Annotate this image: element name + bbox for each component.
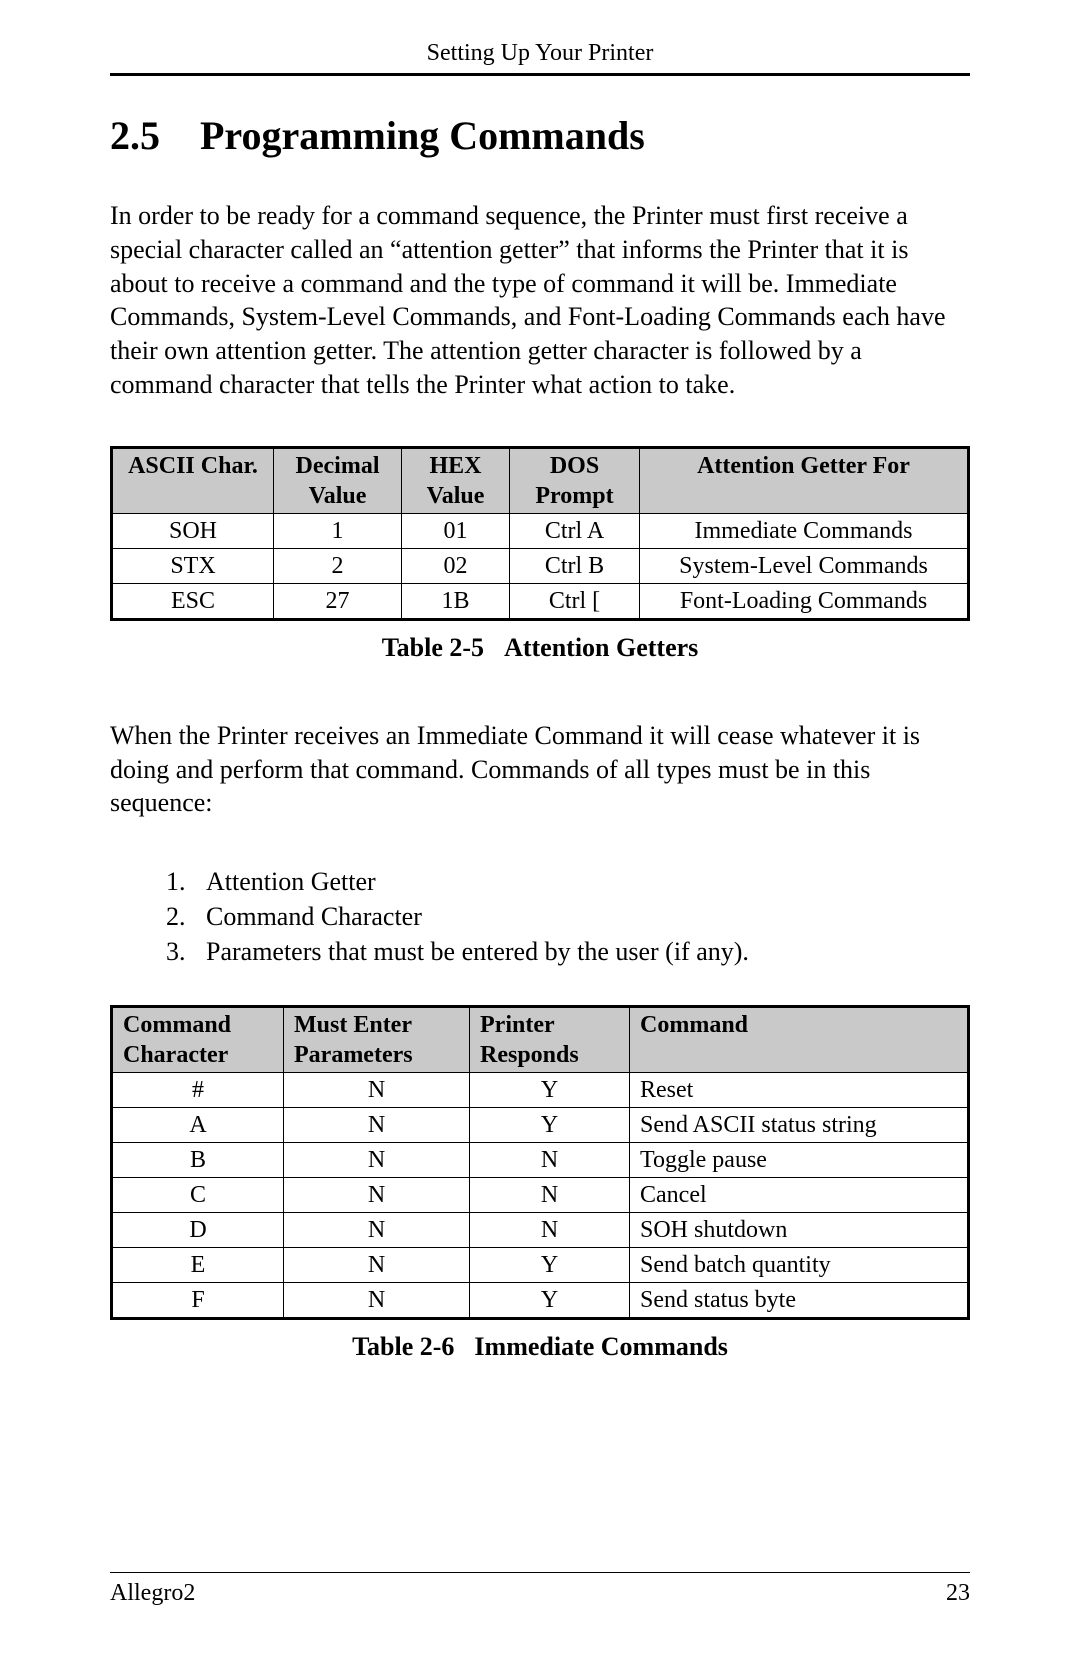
t1-r1c0: STX: [112, 548, 274, 583]
t2-h2: Printer Responds: [470, 1007, 630, 1073]
t1-h0: ASCII Char.: [112, 447, 274, 513]
table1-caption: Table 2-5 Attention Getters: [110, 633, 970, 663]
t2-r0c3: Reset: [630, 1073, 969, 1108]
list-text-3: Parameters that must be entered by the u…: [206, 934, 749, 969]
t1-r2c3: Ctrl [: [510, 583, 640, 619]
table-row: A N Y Send ASCII status string: [112, 1108, 969, 1143]
t1-r2c1: 27: [274, 583, 402, 619]
t2-r3c3: Cancel: [630, 1178, 969, 1213]
t1-r2c0: ESC: [112, 583, 274, 619]
t2-h0: Command Character: [112, 1007, 284, 1073]
section-number: 2.5: [110, 112, 200, 159]
table2-caption-title: Immediate Commands: [474, 1332, 728, 1361]
t2-r0c1: N: [284, 1073, 470, 1108]
list-item: 1.Attention Getter: [166, 864, 970, 899]
list-text-1: Attention Getter: [206, 864, 376, 899]
t1-r0c2: 01: [402, 513, 510, 548]
t2-r2c2: N: [470, 1143, 630, 1178]
t2-r0c2: Y: [470, 1073, 630, 1108]
table-row: E N Y Send batch quantity: [112, 1248, 969, 1283]
sequence-list: 1.Attention Getter 2.Command Character 3…: [166, 864, 970, 969]
sequence-paragraph: When the Printer receives an Immediate C…: [110, 719, 970, 820]
t2-r5c1: N: [284, 1248, 470, 1283]
footer-right: 23: [946, 1580, 970, 1607]
t2-r4c1: N: [284, 1213, 470, 1248]
t1-h1: Decimal Value: [274, 447, 402, 513]
t1-r1c1: 2: [274, 548, 402, 583]
t2-r6c2: Y: [470, 1283, 630, 1319]
t2-r3c2: N: [470, 1178, 630, 1213]
table1-caption-label: Table 2-5: [382, 633, 484, 662]
table-row: SOH 1 01 Ctrl A Immediate Commands: [112, 513, 969, 548]
list-num-2: 2.: [166, 899, 206, 934]
t1-h2: HEX Value: [402, 447, 510, 513]
table-row: D N N SOH shutdown: [112, 1213, 969, 1248]
t1-r0c0: SOH: [112, 513, 274, 548]
intro-paragraph: In order to be ready for a command seque…: [110, 199, 970, 402]
list-num-3: 3.: [166, 934, 206, 969]
table-row: ESC 27 1B Ctrl [ Font-Loading Commands: [112, 583, 969, 619]
footer-rule: [110, 1572, 970, 1573]
section-title: Programming Commands: [200, 112, 645, 159]
t2-r3c1: N: [284, 1178, 470, 1213]
t1-h4: Attention Getter For: [640, 447, 969, 513]
table-row: B N N Toggle pause: [112, 1143, 969, 1178]
t2-r5c2: Y: [470, 1248, 630, 1283]
t1-r0c3: Ctrl A: [510, 513, 640, 548]
attention-getters-table: ASCII Char. Decimal Value HEX Value DOS …: [110, 446, 970, 621]
list-num-1: 1.: [166, 864, 206, 899]
table1-caption-title: Attention Getters: [504, 633, 698, 662]
t2-r4c3: SOH shutdown: [630, 1213, 969, 1248]
t2-r2c3: Toggle pause: [630, 1143, 969, 1178]
header-rule: [110, 73, 970, 76]
immediate-commands-table: Command Character Must Enter Parameters …: [110, 1005, 970, 1320]
t2-r2c0: B: [112, 1143, 284, 1178]
t2-r4c0: D: [112, 1213, 284, 1248]
t1-r0c1: 1: [274, 513, 402, 548]
table-row: F N Y Send status byte: [112, 1283, 969, 1319]
page-footer: Allegro2 23: [110, 1580, 970, 1607]
t2-r5c3: Send batch quantity: [630, 1248, 969, 1283]
t2-r0c0: #: [112, 1073, 284, 1108]
section-heading: 2.5 Programming Commands: [110, 112, 970, 159]
t1-r1c4: System-Level Commands: [640, 548, 969, 583]
t2-r3c0: C: [112, 1178, 284, 1213]
t2-h1: Must Enter Parameters: [284, 1007, 470, 1073]
t1-r2c2: 1B: [402, 583, 510, 619]
t2-r1c3: Send ASCII status string: [630, 1108, 969, 1143]
table2-caption: Table 2-6 Immediate Commands: [110, 1332, 970, 1362]
t1-r1c2: 02: [402, 548, 510, 583]
t2-r1c2: Y: [470, 1108, 630, 1143]
footer-left: Allegro2: [110, 1580, 195, 1607]
t2-r1c0: A: [112, 1108, 284, 1143]
t2-r1c1: N: [284, 1108, 470, 1143]
table-row: STX 2 02 Ctrl B System-Level Commands: [112, 548, 969, 583]
list-item: 3.Parameters that must be entered by the…: [166, 934, 970, 969]
t1-r1c3: Ctrl B: [510, 548, 640, 583]
t2-r6c0: F: [112, 1283, 284, 1319]
t1-r0c4: Immediate Commands: [640, 513, 969, 548]
list-item: 2.Command Character: [166, 899, 970, 934]
table2-caption-label: Table 2-6: [352, 1332, 454, 1361]
t2-h3: Command: [630, 1007, 969, 1073]
t2-r5c0: E: [112, 1248, 284, 1283]
table-row: C N N Cancel: [112, 1178, 969, 1213]
t2-r6c1: N: [284, 1283, 470, 1319]
list-text-2: Command Character: [206, 899, 422, 934]
running-head: Setting Up Your Printer: [110, 40, 970, 73]
t2-r2c1: N: [284, 1143, 470, 1178]
t2-r6c3: Send status byte: [630, 1283, 969, 1319]
t1-h3: DOS Prompt: [510, 447, 640, 513]
t2-r4c2: N: [470, 1213, 630, 1248]
t1-r2c4: Font-Loading Commands: [640, 583, 969, 619]
table-row: # N Y Reset: [112, 1073, 969, 1108]
